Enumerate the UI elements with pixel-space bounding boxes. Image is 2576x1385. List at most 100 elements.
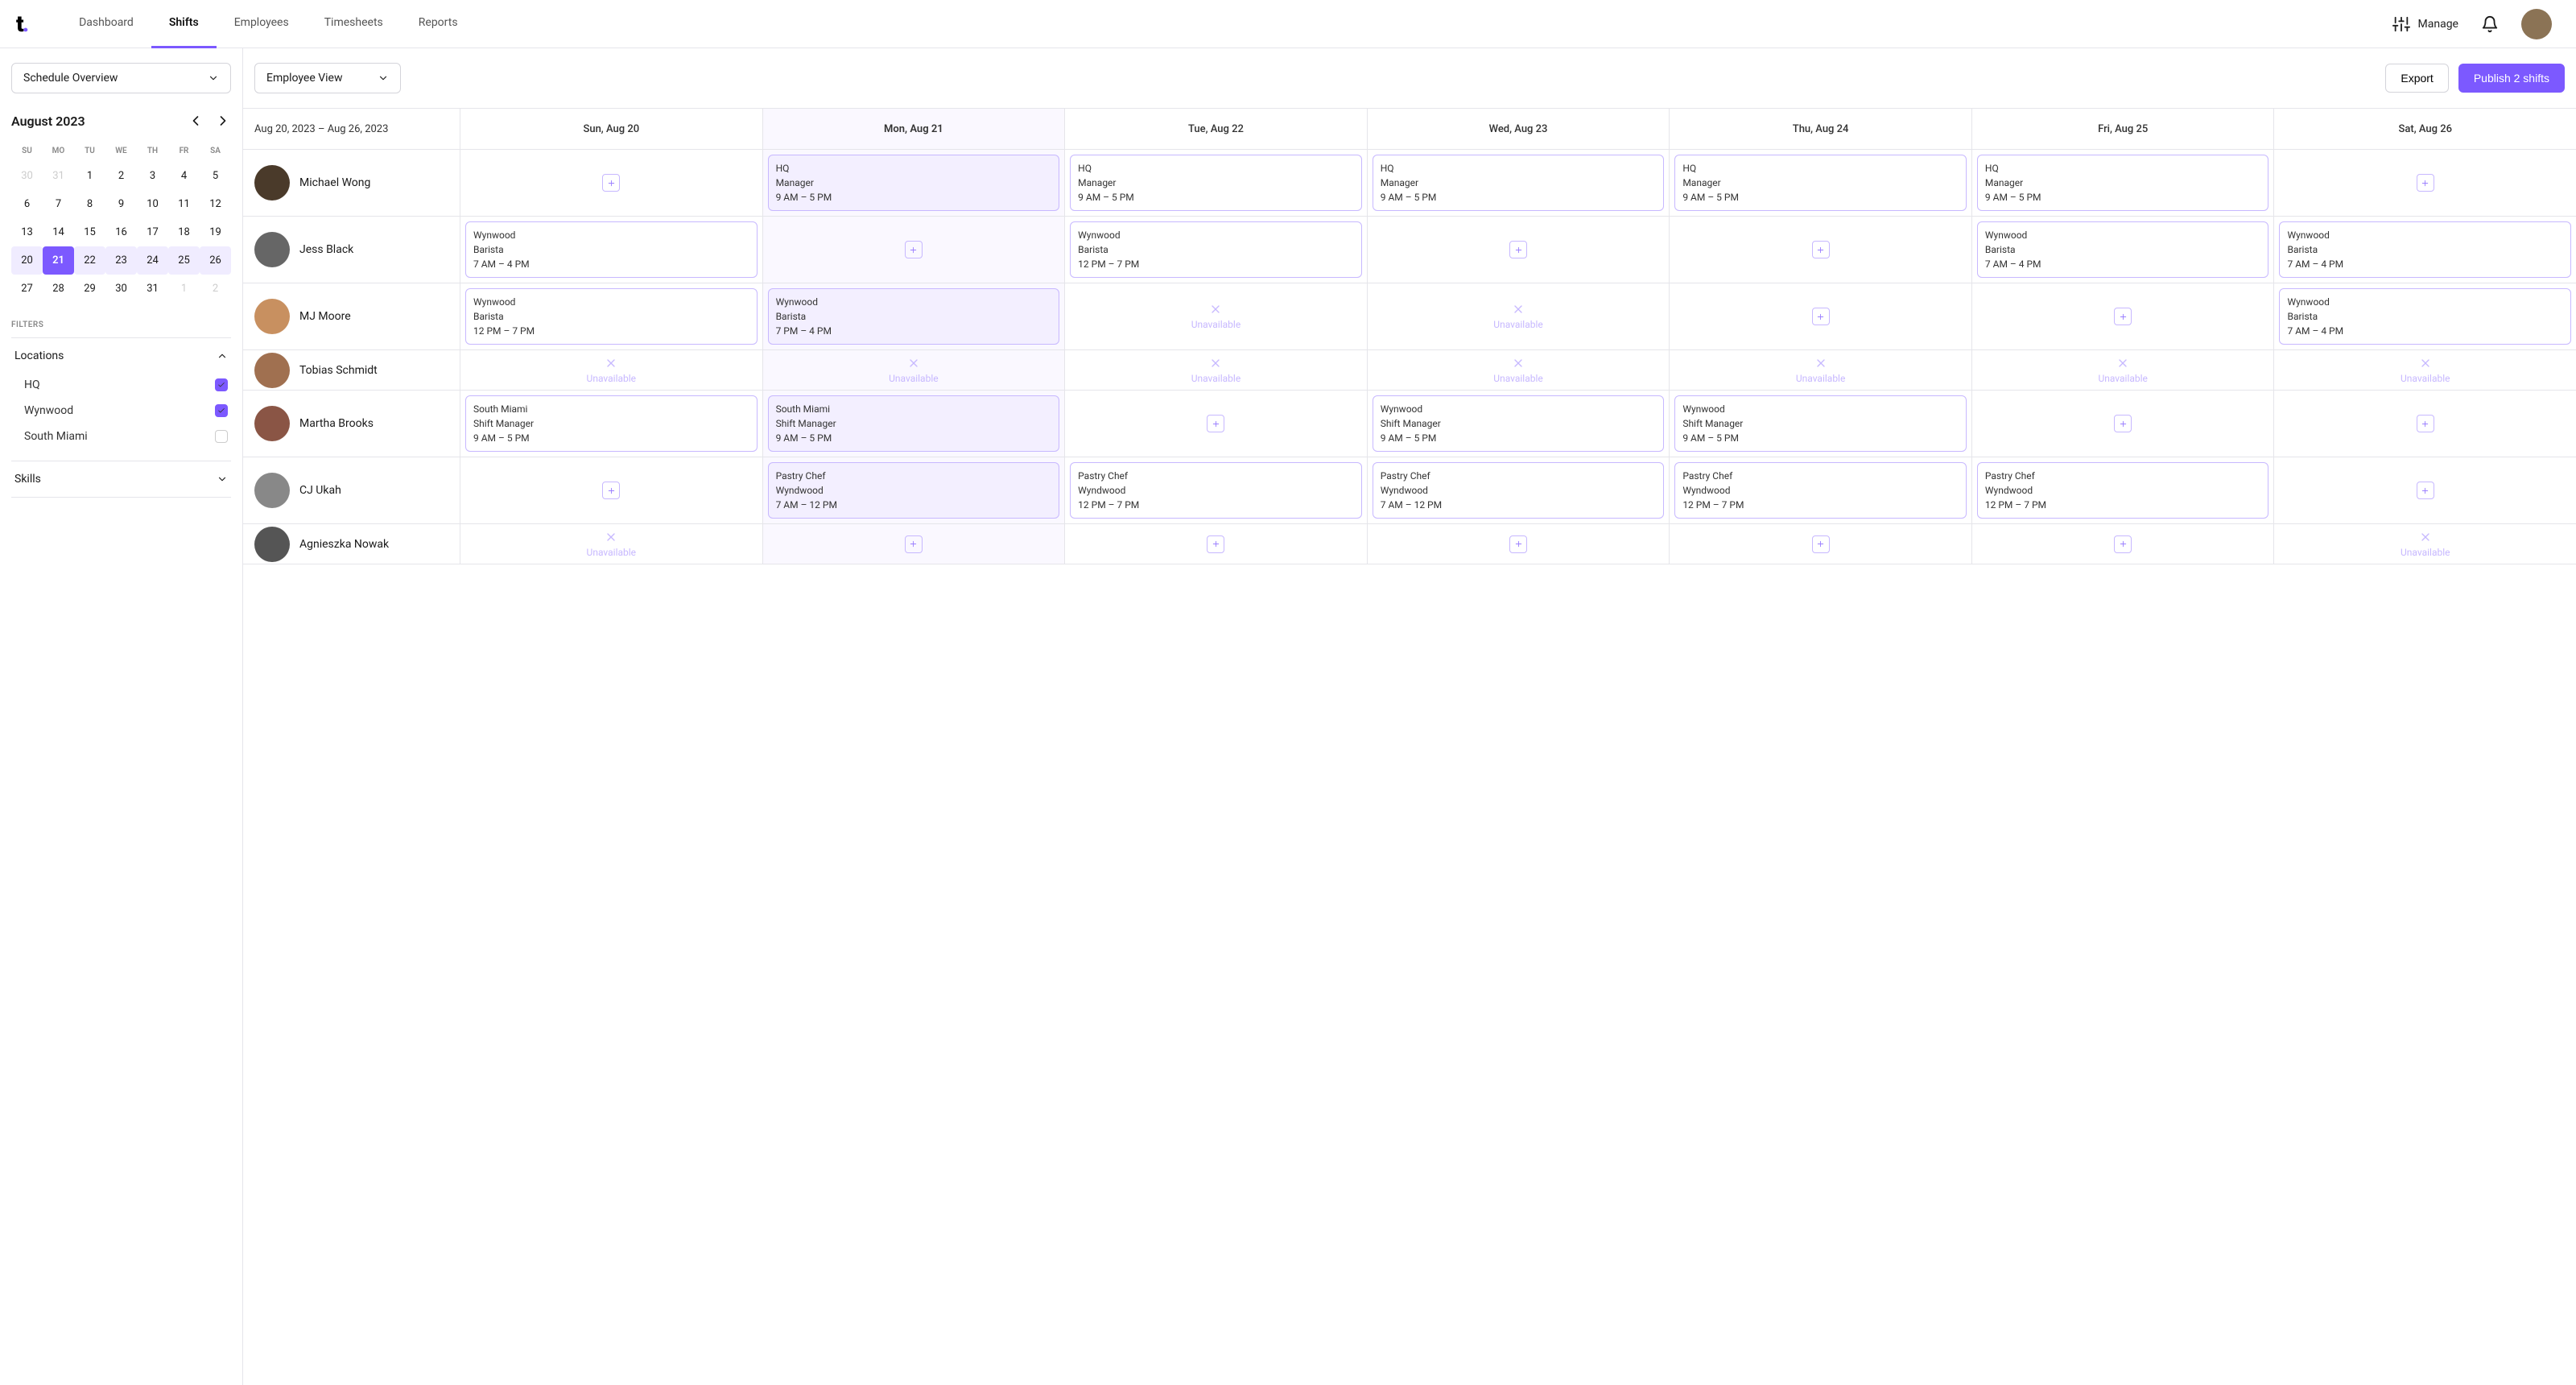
add-shift-button[interactable] xyxy=(1812,241,1830,258)
shift-card[interactable]: WynwoodBarista7 AM – 4 PM xyxy=(465,221,758,278)
calendar-next-icon[interactable] xyxy=(215,113,231,129)
employee-cell[interactable]: Jess Black xyxy=(243,217,460,283)
add-shift-button[interactable] xyxy=(1812,308,1830,325)
nav-link-reports[interactable]: Reports xyxy=(401,0,476,48)
shift-card[interactable]: South MiamiShift Manager9 AM – 5 PM xyxy=(465,395,758,452)
shift-card[interactable]: WynwoodBarista12 PM – 7 PM xyxy=(1070,221,1362,278)
add-shift-button[interactable] xyxy=(2417,174,2434,192)
calendar-day[interactable]: 10 xyxy=(137,190,168,218)
add-shift-button[interactable] xyxy=(2114,535,2132,553)
calendar-day[interactable]: 1 xyxy=(168,275,200,303)
calendar-day[interactable]: 12 xyxy=(200,190,231,218)
shift-card[interactable]: HQManager9 AM – 5 PM xyxy=(768,155,1060,211)
shift-card[interactable]: Pastry ChefWyndwood12 PM – 7 PM xyxy=(1070,462,1362,519)
locations-filter-toggle[interactable]: Locations xyxy=(11,349,231,362)
location-checkbox[interactable] xyxy=(215,430,228,443)
shift-card[interactable]: HQManager9 AM – 5 PM xyxy=(1373,155,1665,211)
employee-cell[interactable]: Tobias Schmidt xyxy=(243,350,460,390)
shift-card[interactable]: WynwoodBarista12 PM – 7 PM xyxy=(465,288,758,345)
location-checkbox[interactable] xyxy=(215,404,228,417)
add-shift-button[interactable] xyxy=(1509,241,1527,258)
add-shift-button[interactable] xyxy=(1207,415,1224,432)
employee-cell[interactable]: Michael Wong xyxy=(243,150,460,216)
location-filter-item[interactable]: HQ xyxy=(11,372,231,398)
shift-card[interactable]: WynwoodBarista7 PM – 4 PM xyxy=(768,288,1060,345)
bell-icon[interactable] xyxy=(2481,15,2499,33)
calendar-day[interactable]: 28 xyxy=(43,275,74,303)
shift-card[interactable]: Pastry ChefWyndwood12 PM – 7 PM xyxy=(1977,462,2269,519)
calendar-day[interactable]: 24 xyxy=(137,246,168,275)
add-shift-button[interactable] xyxy=(905,535,923,553)
calendar-day[interactable]: 2 xyxy=(105,162,137,190)
location-checkbox[interactable] xyxy=(215,378,228,391)
add-shift-button[interactable] xyxy=(2114,308,2132,325)
calendar-day[interactable]: 30 xyxy=(11,162,43,190)
shift-card[interactable]: Pastry ChefWyndwood12 PM – 7 PM xyxy=(1674,462,1967,519)
calendar-day[interactable]: 31 xyxy=(43,162,74,190)
calendar-day[interactable]: 18 xyxy=(168,218,200,246)
calendar-day[interactable]: 9 xyxy=(105,190,137,218)
shift-card[interactable]: WynwoodBarista7 AM – 4 PM xyxy=(2279,221,2571,278)
logo[interactable]: t. xyxy=(16,10,29,37)
calendar-day[interactable]: 26 xyxy=(200,246,231,275)
shift-card[interactable]: Pastry ChefWyndwood7 AM – 12 PM xyxy=(768,462,1060,519)
calendar-day[interactable]: 17 xyxy=(137,218,168,246)
shift-card[interactable]: WynwoodShift Manager9 AM – 5 PM xyxy=(1373,395,1665,452)
calendar-day[interactable]: 2 xyxy=(200,275,231,303)
calendar-day[interactable]: 23 xyxy=(105,246,137,275)
nav-link-employees[interactable]: Employees xyxy=(217,0,307,48)
employee-cell[interactable]: Martha Brooks xyxy=(243,391,460,457)
calendar-day[interactable]: 19 xyxy=(200,218,231,246)
calendar-day[interactable]: 4 xyxy=(168,162,200,190)
shift-card[interactable]: WynwoodBarista7 AM – 4 PM xyxy=(1977,221,2269,278)
calendar-day[interactable]: 25 xyxy=(168,246,200,275)
add-shift-button[interactable] xyxy=(2417,415,2434,432)
employee-cell[interactable]: CJ Ukah xyxy=(243,457,460,523)
calendar-day[interactable]: 8 xyxy=(74,190,105,218)
calendar-day[interactable]: 29 xyxy=(74,275,105,303)
calendar-day[interactable]: 11 xyxy=(168,190,200,218)
calendar-day[interactable]: 6 xyxy=(11,190,43,218)
add-shift-button[interactable] xyxy=(2417,482,2434,499)
calendar-day[interactable]: 13 xyxy=(11,218,43,246)
shift-card[interactable]: Pastry ChefWyndwood7 AM – 12 PM xyxy=(1373,462,1665,519)
add-shift-button[interactable] xyxy=(1207,535,1224,553)
add-shift-button[interactable] xyxy=(1812,535,1830,553)
calendar-day[interactable]: 20 xyxy=(11,246,43,275)
add-shift-button[interactable] xyxy=(602,174,620,192)
skills-filter-toggle[interactable]: Skills xyxy=(11,473,231,486)
calendar-day[interactable]: 3 xyxy=(137,162,168,190)
shift-card[interactable]: WynwoodShift Manager9 AM – 5 PM xyxy=(1674,395,1967,452)
calendar-day[interactable]: 31 xyxy=(137,275,168,303)
manage-button[interactable]: Manage xyxy=(2392,15,2458,33)
employee-cell[interactable]: MJ Moore xyxy=(243,283,460,349)
nav-link-timesheets[interactable]: Timesheets xyxy=(307,0,401,48)
add-shift-button[interactable] xyxy=(1509,535,1527,553)
calendar-prev-icon[interactable] xyxy=(188,113,204,129)
calendar-day[interactable]: 5 xyxy=(200,162,231,190)
shift-card[interactable]: WynwoodBarista7 AM – 4 PM xyxy=(2279,288,2571,345)
schedule-overview-dropdown[interactable]: Schedule Overview xyxy=(11,63,231,93)
export-button[interactable]: Export xyxy=(2385,64,2448,93)
shift-card[interactable]: HQManager9 AM – 5 PM xyxy=(1977,155,2269,211)
view-dropdown[interactable]: Employee View xyxy=(254,63,401,93)
shift-card[interactable]: South MiamiShift Manager9 AM – 5 PM xyxy=(768,395,1060,452)
add-shift-button[interactable] xyxy=(2114,415,2132,432)
calendar-day[interactable]: 1 xyxy=(74,162,105,190)
employee-cell[interactable]: Agnieszka Nowak xyxy=(243,524,460,564)
calendar-day[interactable]: 27 xyxy=(11,275,43,303)
location-filter-item[interactable]: Wynwood xyxy=(11,398,231,424)
calendar-day[interactable]: 7 xyxy=(43,190,74,218)
calendar-day[interactable]: 15 xyxy=(74,218,105,246)
calendar-day[interactable]: 30 xyxy=(105,275,137,303)
user-avatar[interactable] xyxy=(2521,9,2552,39)
add-shift-button[interactable] xyxy=(905,241,923,258)
add-shift-button[interactable] xyxy=(602,482,620,499)
calendar-day[interactable]: 16 xyxy=(105,218,137,246)
nav-link-dashboard[interactable]: Dashboard xyxy=(61,0,151,48)
nav-link-shifts[interactable]: Shifts xyxy=(151,0,217,48)
calendar-day[interactable]: 21 xyxy=(43,246,74,275)
shift-card[interactable]: HQManager9 AM – 5 PM xyxy=(1674,155,1967,211)
calendar-day[interactable]: 14 xyxy=(43,218,74,246)
location-filter-item[interactable]: South Miami xyxy=(11,424,231,449)
